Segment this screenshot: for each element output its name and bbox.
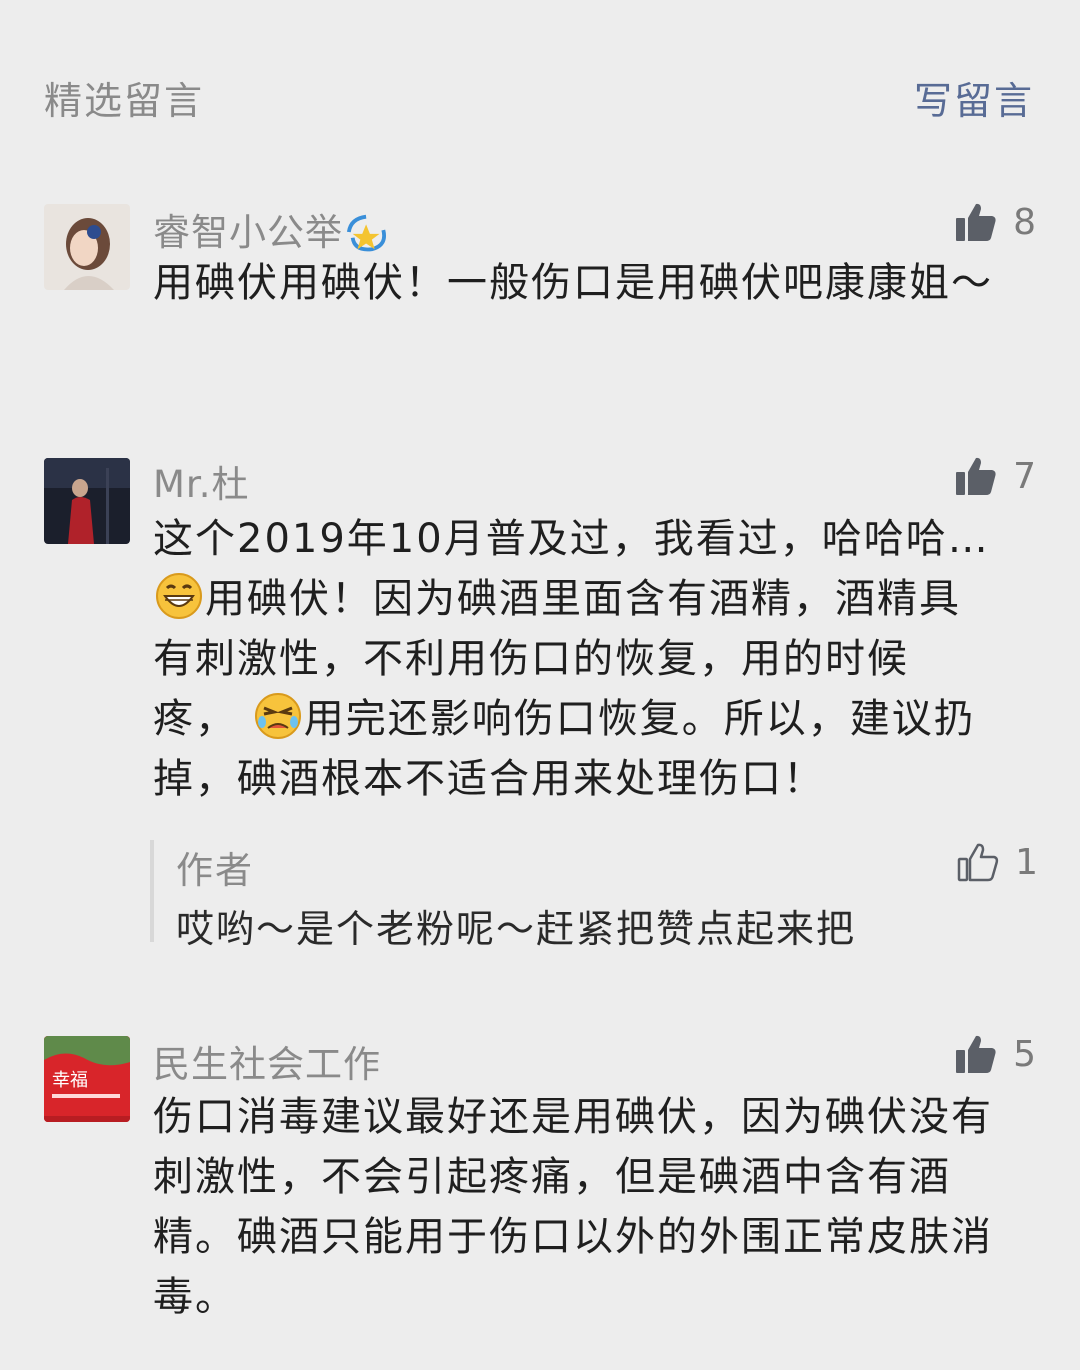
comment-line-text: 用碘伏！因为碘酒里面含有酒精，酒精具: [205, 576, 961, 622]
comment-text: 伤口消毒建议最好还是用碘伏，因为碘伏没有刺激性，不会引起疼痛，但是碘酒中含有酒精…: [153, 1094, 993, 1320]
thumbs-up-filled-icon: [956, 203, 996, 241]
reply-text: 哎哟～是个老粉呢～赶紧把赞点起来把: [176, 907, 857, 951]
thumbs-up-filled-icon: [956, 457, 996, 495]
nickname-text: 睿智小公举: [153, 211, 343, 254]
comment-line: 用碘伏！因为碘酒里面含有酒精，酒精具: [153, 569, 1018, 629]
avatar[interactable]: [44, 458, 130, 544]
comment-line: 有刺激性，不利用伤口的恢复，用的时候: [153, 636, 909, 682]
like-count: 7: [1013, 455, 1036, 497]
reply-author: 作者: [176, 849, 254, 892]
dizzy-star-emoji-icon: [346, 214, 386, 252]
author-reply: 作者 1 哎哟～是个老粉呢～赶紧把赞点起来把: [150, 840, 1044, 951]
comment-line: 掉，碘酒根本不适合用来处理伤口！: [153, 756, 825, 802]
like-button[interactable]: 7: [955, 454, 1036, 498]
avatar[interactable]: [44, 204, 130, 290]
like-count: 5: [1013, 1033, 1036, 1075]
avatar[interactable]: 幸福: [44, 1036, 130, 1122]
grinning-emoji-icon: [156, 573, 202, 619]
reply-like-button[interactable]: 1: [957, 840, 1038, 884]
thumbs-up-outline-icon: [957, 843, 999, 882]
like-count: 1: [1015, 841, 1038, 883]
comments-header: 精选留言 写留言: [44, 70, 1034, 126]
like-count: 8: [1013, 201, 1036, 243]
comment-line: 疼， 用完还影响伤口恢复。所以，建议扔: [153, 689, 1018, 749]
comment-nickname: 民生社会工作: [153, 1043, 381, 1086]
selected-comments-title: 精选留言: [44, 79, 205, 123]
crying-emoji-icon: [254, 693, 301, 739]
comment-text: 用碘伏用碘伏！一般伤口是用碘伏吧康康姐～: [153, 260, 993, 306]
comment-text: 这个2019年10月普及过，我看过，哈哈哈… 用碘伏！因为碘酒里面含有酒精，酒精…: [153, 509, 1018, 809]
comment-line-text: 用完还影响伤口恢复。所以，建议扔: [303, 696, 976, 742]
avatar-logo-text: 幸福: [52, 1070, 88, 1091]
comment-line: 这个2019年10月普及过，我看过，哈哈哈…: [153, 516, 990, 562]
comment-line-text: 疼，: [153, 696, 237, 742]
comment-nickname: Mr.杜: [153, 463, 250, 506]
like-button[interactable]: 8: [955, 200, 1036, 244]
thumbs-up-filled-icon: [956, 1035, 996, 1073]
write-comment-link[interactable]: 写留言: [914, 70, 1034, 125]
comment-nickname: 睿智小公举: [153, 202, 393, 256]
like-button[interactable]: 5: [955, 1032, 1036, 1076]
